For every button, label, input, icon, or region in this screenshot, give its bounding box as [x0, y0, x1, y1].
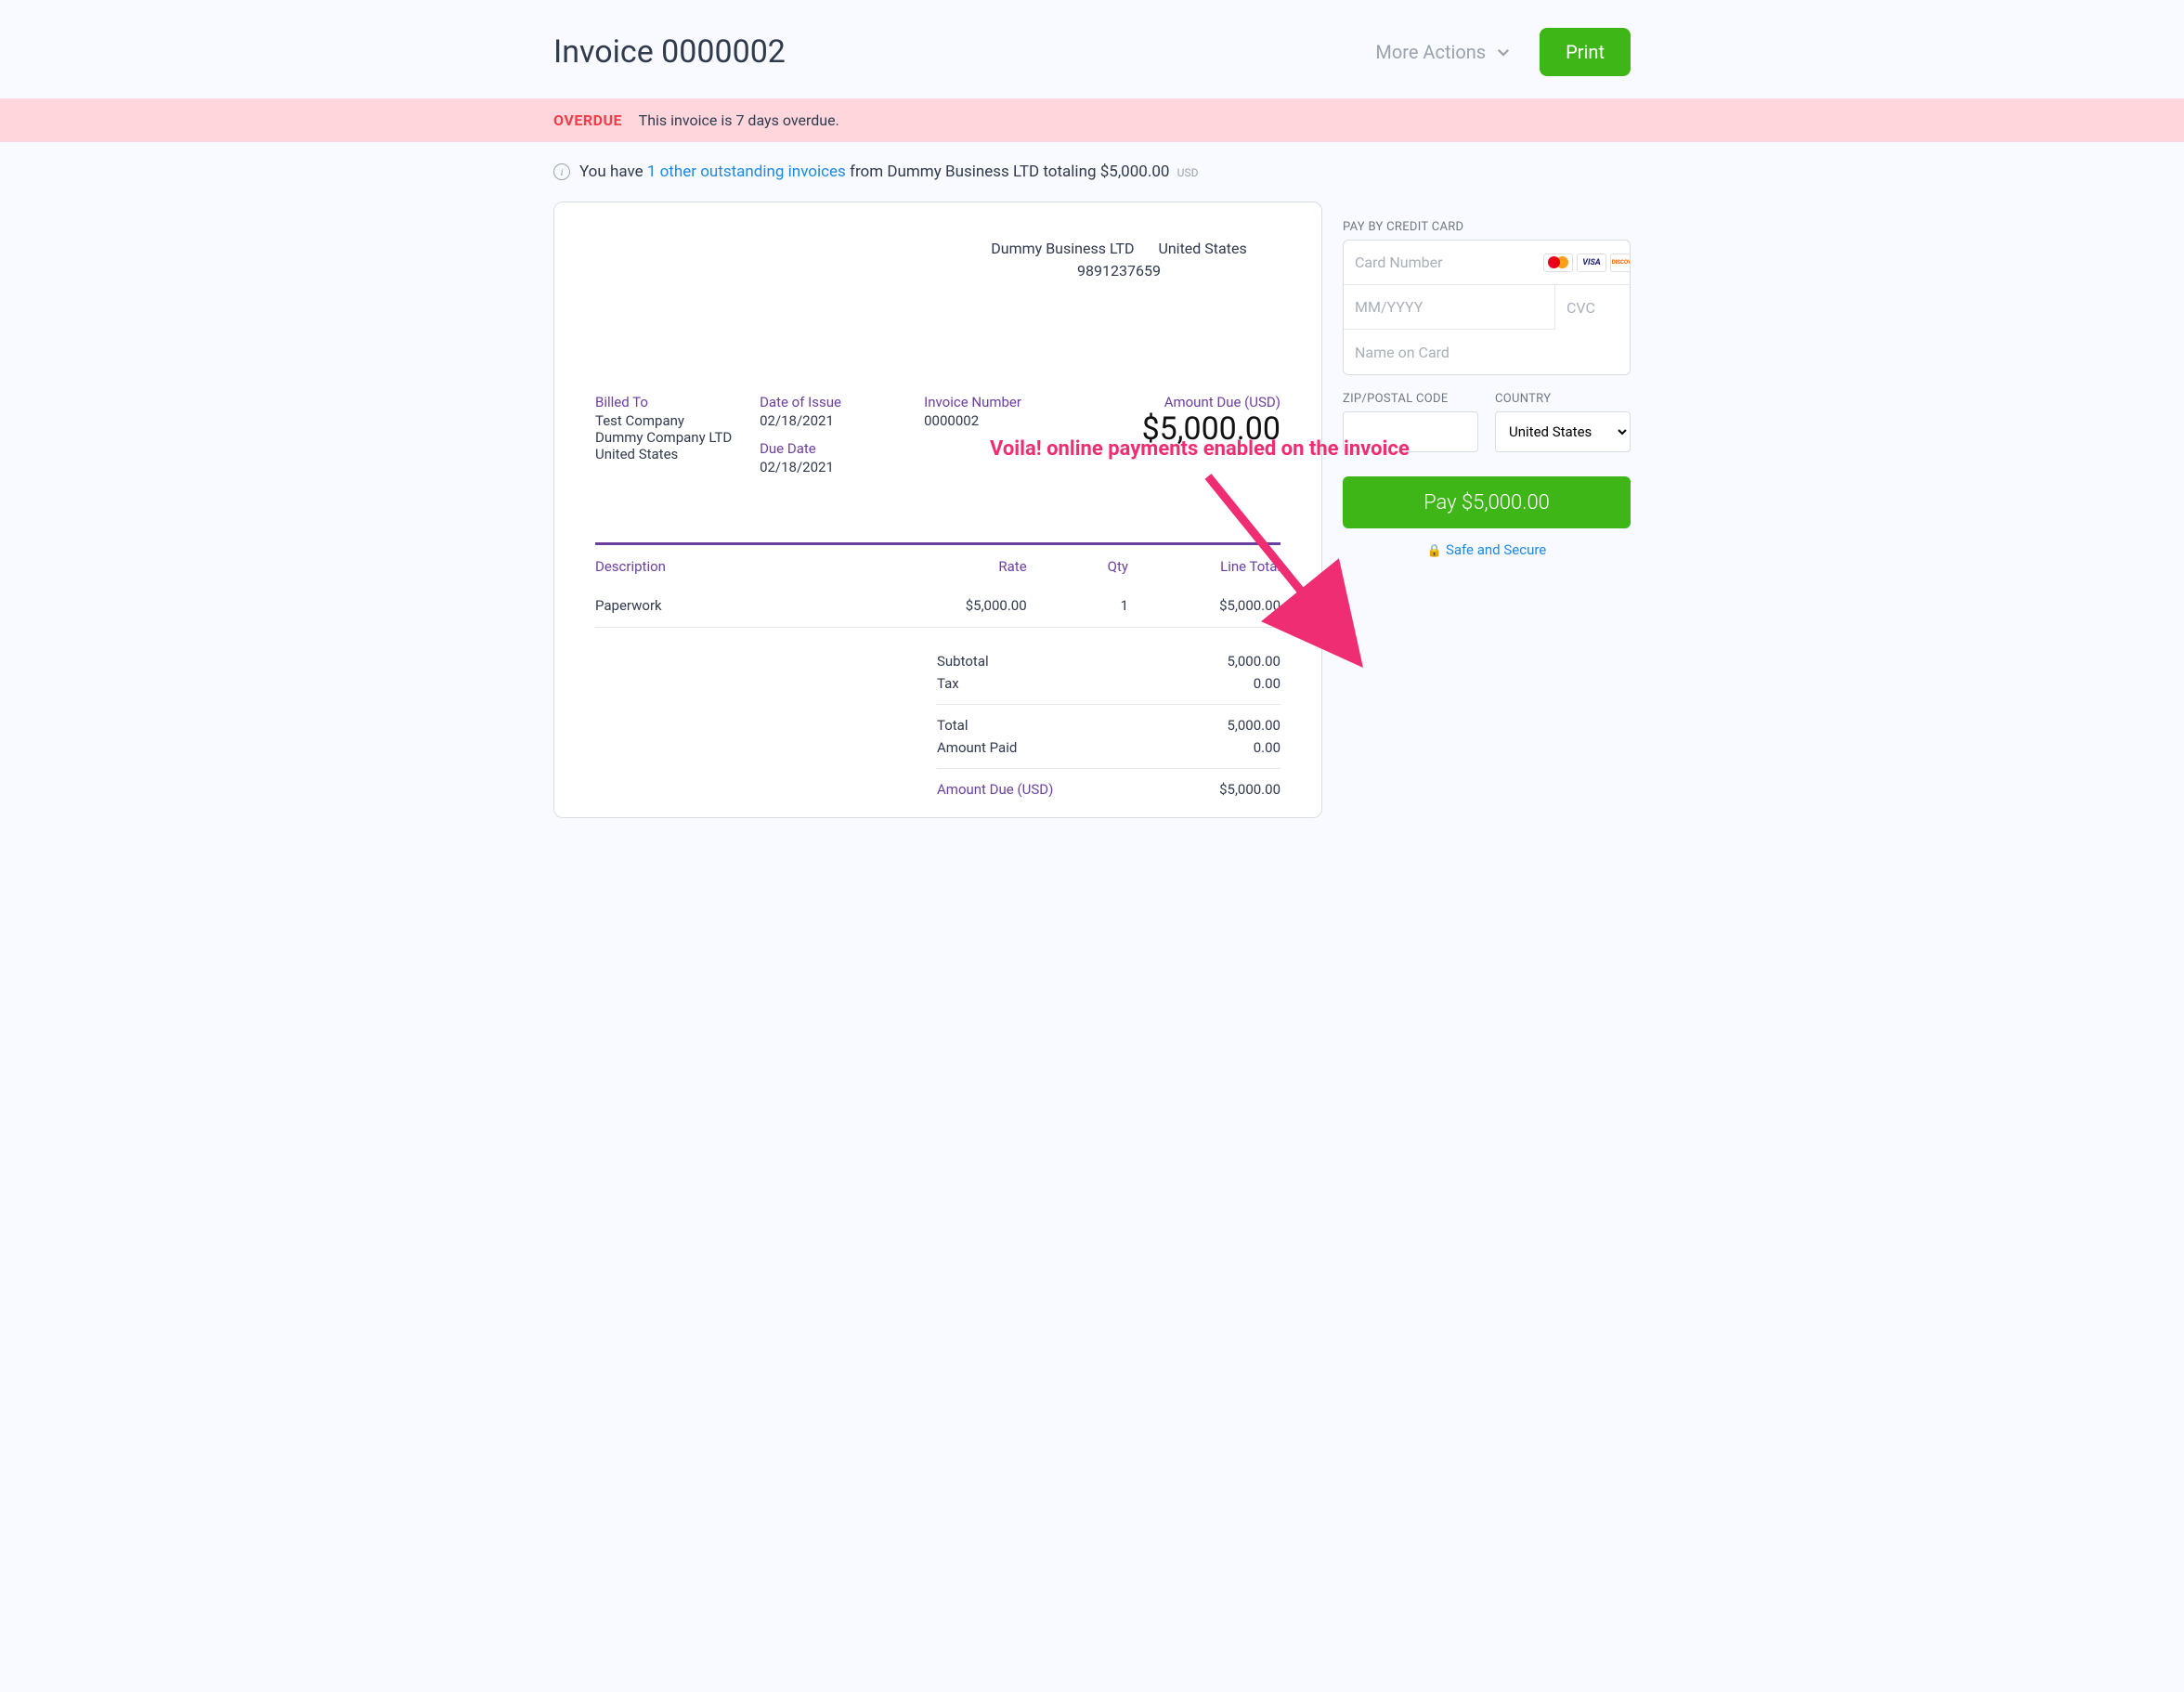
mastercard-icon	[1543, 254, 1573, 272]
safe-secure-text: Safe and Secure	[1446, 541, 1546, 558]
amount-due-label: Amount Due (USD)	[1088, 394, 1280, 410]
card-cvc-input[interactable]	[1566, 299, 1631, 317]
pay-button[interactable]: Pay $5,000.00	[1343, 476, 1631, 528]
amount-paid-label: Amount Paid	[937, 739, 1017, 756]
billed-to-line3: United States	[595, 446, 743, 462]
summary-due-label: Amount Due (USD)	[937, 781, 1053, 798]
lock-icon: 🔒	[1427, 544, 1442, 558]
tax-value: 0.00	[1254, 675, 1280, 692]
business-block: Dummy Business LTD United States 9891237…	[957, 238, 1280, 282]
line-items-header: Description Rate Qty Line Total	[595, 542, 1280, 584]
outstanding-link[interactable]: 1 other outstanding invoices	[647, 163, 846, 181]
more-actions-label: More Actions	[1375, 41, 1486, 63]
billed-to-line2: Dummy Company LTD	[595, 429, 743, 446]
info-icon: i	[553, 163, 570, 180]
print-button[interactable]: Print	[1540, 28, 1631, 76]
total-value: 5,000.00	[1228, 717, 1281, 734]
payment-panel: PAY BY CREDIT CARD VISA DISCOVER AMEX	[1343, 202, 1631, 558]
cell-rate: $5,000.00	[875, 597, 1027, 614]
pay-by-card-label: PAY BY CREDIT CARD	[1343, 220, 1631, 234]
more-actions-dropdown[interactable]: More Actions	[1375, 41, 1512, 63]
card-number-input[interactable]	[1355, 254, 1543, 271]
summary-due-value: $5,000.00	[1219, 781, 1280, 798]
safe-secure-note: 🔒 Safe and Secure	[1343, 541, 1631, 558]
visa-icon: VISA	[1577, 254, 1606, 272]
date-issue-value: 02/18/2021	[760, 412, 907, 429]
subtotal-value: 5,000.00	[1228, 653, 1281, 670]
cell-qty: 1	[1027, 597, 1128, 614]
overdue-banner: OVERDUE This invoice is 7 days overdue.	[0, 98, 2184, 142]
th-description: Description	[595, 558, 875, 575]
discover-icon: DISCOVER	[1610, 254, 1631, 272]
amount-paid-value: 0.00	[1254, 739, 1280, 756]
summary-block: Subtotal 5,000.00 Tax 0.00 Total 5,000.00 A…	[937, 650, 1280, 800]
zip-label: ZIP/POSTAL CODE	[1343, 392, 1478, 406]
cell-total: $5,000.00	[1128, 597, 1280, 614]
outstanding-prefix: You have	[579, 163, 647, 181]
country-label: COUNTRY	[1495, 392, 1631, 406]
outstanding-notice: i You have 1 other outstanding invoices …	[553, 142, 1631, 202]
outstanding-currency: USD	[1177, 166, 1199, 179]
business-phone: 9891237659	[957, 260, 1280, 282]
invoice-number-label: Invoice Number	[924, 394, 1072, 410]
amount-due-value: $5,000.00	[1088, 410, 1280, 448]
cell-description: Paperwork	[595, 597, 875, 614]
th-line-total: Line Total	[1128, 558, 1280, 575]
overdue-message: This invoice is 7 days overdue.	[639, 111, 839, 129]
due-date-value: 02/18/2021	[760, 459, 907, 475]
total-label: Total	[937, 717, 968, 734]
th-qty: Qty	[1027, 558, 1128, 575]
business-country: United States	[1158, 238, 1246, 260]
billed-to-label: Billed To	[595, 394, 743, 410]
outstanding-suffix: from Dummy Business LTD totaling $5,000.…	[846, 163, 1170, 181]
name-on-card-input[interactable]	[1355, 344, 1618, 361]
subtotal-label: Subtotal	[937, 653, 989, 670]
date-issue-label: Date of Issue	[760, 394, 907, 410]
invoice-number-value: 0000002	[924, 412, 1072, 429]
billed-to-line1: Test Company	[595, 412, 743, 429]
th-rate: Rate	[875, 558, 1027, 575]
chevron-down-icon	[1495, 44, 1512, 60]
tax-label: Tax	[937, 675, 959, 692]
card-expiry-input[interactable]	[1355, 298, 1543, 316]
business-name: Dummy Business LTD	[991, 238, 1134, 260]
table-row: Paperwork $5,000.00 1 $5,000.00	[595, 584, 1280, 628]
page-title: Invoice 0000002	[553, 33, 1375, 71]
zip-input[interactable]	[1343, 411, 1478, 452]
country-select[interactable]: United States	[1495, 411, 1631, 452]
due-date-label: Due Date	[760, 440, 907, 457]
overdue-label: OVERDUE	[553, 111, 622, 129]
invoice-card: Dummy Business LTD United States 9891237…	[553, 202, 1322, 818]
